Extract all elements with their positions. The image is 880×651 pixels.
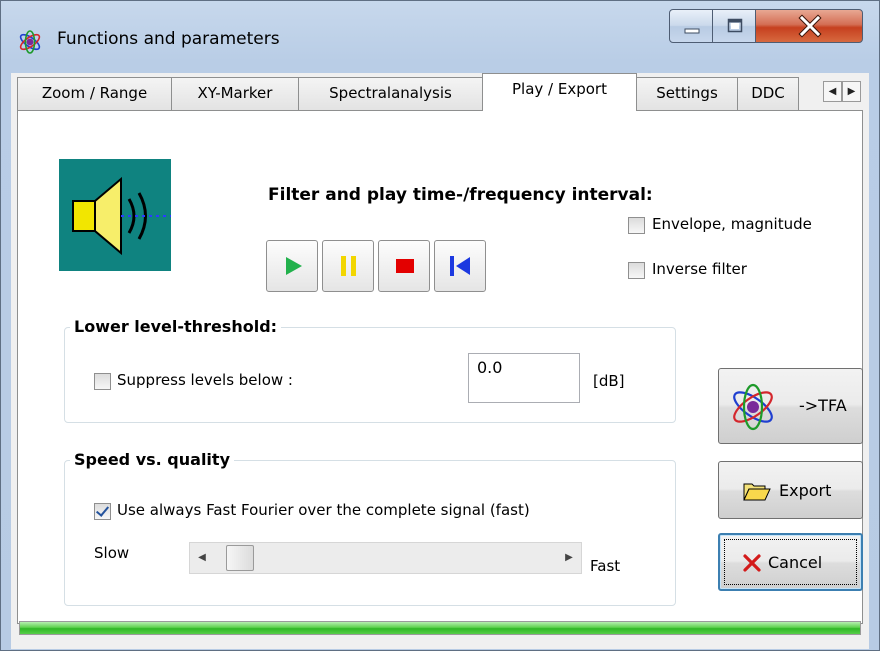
- suppress-levels-label: Suppress levels below :: [117, 371, 293, 389]
- play-button[interactable]: [266, 240, 318, 292]
- stop-button[interactable]: [378, 240, 430, 292]
- maximize-button[interactable]: [712, 9, 756, 43]
- cancel-button[interactable]: Cancel: [718, 533, 863, 591]
- dialog-client: Zoom / Range XY-Marker Spectralanalysis …: [11, 73, 869, 649]
- atom-icon: [19, 30, 41, 54]
- title-bar[interactable]: Functions and parameters: [1, 1, 879, 73]
- tab-xy-marker[interactable]: XY-Marker: [171, 77, 299, 110]
- speed-quality-slider[interactable]: ◀ ▶: [189, 542, 582, 574]
- inverse-filter-label: Inverse filter: [652, 260, 747, 278]
- suppress-levels-checkbox[interactable]: [94, 373, 111, 390]
- close-button[interactable]: [755, 9, 863, 43]
- threshold-value-input[interactable]: 0.0: [468, 353, 580, 403]
- tab-settings[interactable]: Settings: [636, 77, 738, 110]
- playback-controls: [266, 238, 490, 294]
- rewind-to-start-icon: [450, 256, 470, 276]
- fast-fourier-checkbox[interactable]: [94, 503, 111, 520]
- slider-left-arrow[interactable]: ◀: [190, 543, 214, 573]
- pause-button[interactable]: [322, 240, 374, 292]
- tab-play-export[interactable]: Play / Export: [482, 73, 637, 111]
- play-heading: Filter and play time-/frequency interval…: [268, 185, 653, 205]
- atom-icon: [733, 383, 773, 431]
- envelope-checkbox[interactable]: [628, 217, 645, 234]
- threshold-unit-label: [dB]: [593, 372, 625, 390]
- tab-scroll-right-button[interactable]: ▶: [842, 81, 861, 102]
- export-button[interactable]: Export: [718, 461, 863, 519]
- rewind-button[interactable]: [434, 240, 486, 292]
- folder-open-icon: [743, 483, 771, 501]
- speed-group: [64, 460, 676, 606]
- tab-scroll-control: ◀ ▶: [823, 81, 863, 103]
- cross-icon: [743, 554, 761, 572]
- dialog-window: Functions and parameters Zoom / Range XY…: [0, 0, 880, 651]
- minimize-button[interactable]: [669, 9, 713, 43]
- export-label: Export: [779, 481, 832, 500]
- tfa-button[interactable]: ->TFA: [718, 368, 863, 444]
- speed-title: Speed vs. quality: [70, 450, 234, 469]
- envelope-label: Envelope, magnitude: [652, 215, 812, 233]
- threshold-title: Lower level-threshold:: [70, 317, 282, 336]
- triangle-left-icon: ◀: [198, 552, 206, 563]
- maximize-icon: [727, 18, 743, 33]
- triangle-left-icon: ◀: [828, 86, 837, 97]
- tfa-label: ->TFA: [799, 396, 847, 415]
- tab-ddc[interactable]: DDC: [737, 77, 799, 110]
- triangle-right-icon: ▶: [847, 86, 856, 97]
- minimize-icon: [684, 28, 700, 34]
- slider-right-arrow[interactable]: ▶: [557, 543, 581, 573]
- cancel-label: Cancel: [768, 553, 823, 572]
- tab-scroll-left-button[interactable]: ◀: [823, 81, 842, 102]
- progress-bar: [19, 621, 861, 635]
- close-icon: [798, 14, 822, 38]
- tab-spectralanalysis[interactable]: Spectralanalysis: [298, 77, 483, 110]
- fast-fourier-label: Use always Fast Fourier over the complet…: [117, 501, 530, 519]
- window-title: Functions and parameters: [57, 29, 280, 49]
- play-icon: [286, 257, 302, 275]
- speaker-icon: [59, 159, 171, 271]
- inverse-filter-checkbox[interactable]: [628, 262, 645, 279]
- stop-icon: [396, 259, 414, 273]
- triangle-right-icon: ▶: [565, 552, 573, 563]
- pause-icon: [341, 256, 356, 276]
- play-export-panel: Filter and play time-/frequency interval…: [17, 110, 863, 624]
- tab-zoom-range[interactable]: Zoom / Range: [17, 77, 172, 110]
- slow-label: Slow: [94, 544, 130, 562]
- fast-label: Fast: [590, 557, 621, 575]
- slider-thumb[interactable]: [226, 545, 254, 571]
